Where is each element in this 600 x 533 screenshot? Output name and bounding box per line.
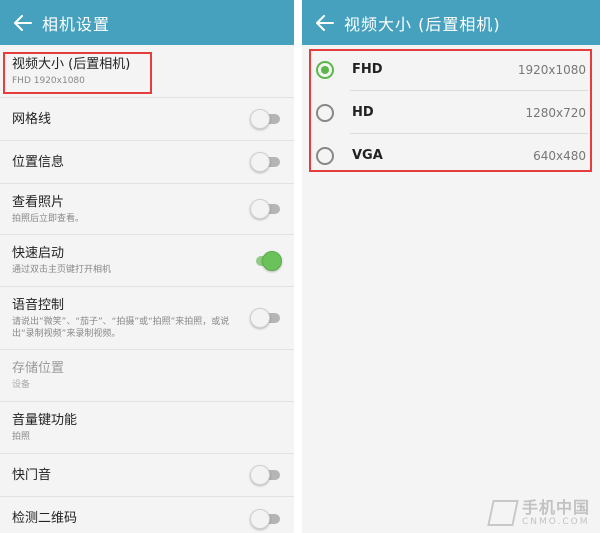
setting-shutter-sound[interactable]: 快门音 xyxy=(0,454,294,497)
setting-subtitle: 请说出“微笑”、“茄子”、“拍摄”或“拍照”来拍照，或说出“录制视频”来录制视频… xyxy=(12,316,230,339)
option-resolution: 640x480 xyxy=(533,148,586,163)
setting-subtitle: 拍照后立即查看。 xyxy=(12,213,85,224)
setting-title: 语音控制 xyxy=(12,297,65,313)
grid-lines-toggle[interactable] xyxy=(250,109,282,129)
setting-title: 查看照片 xyxy=(12,194,65,210)
setting-quick-launch[interactable]: 快速启动 通过双击主页键打开相机 xyxy=(0,235,294,287)
option-label: VGA xyxy=(352,148,383,163)
review-photos-toggle[interactable] xyxy=(250,199,282,219)
app-bar: 相机设置 xyxy=(0,0,294,45)
setting-storage-location: 存储位置 设备 xyxy=(0,350,294,402)
app-bar: 视频大小 (后置相机) xyxy=(302,0,600,45)
cnmo-logo-icon xyxy=(487,500,519,526)
option-hd[interactable]: HD 1280x720 xyxy=(302,91,600,134)
setting-title: 音量键功能 xyxy=(12,413,78,428)
setting-subtitle: 通过双击主页键打开相机 xyxy=(12,265,112,275)
page-title: 相机设置 xyxy=(42,14,111,34)
watermark-cn: 手机中国 xyxy=(521,498,590,517)
option-label: FHD xyxy=(352,62,383,77)
setting-subtitle: 拍照 xyxy=(12,432,31,442)
setting-title: 快速启动 xyxy=(12,246,65,261)
camera-settings-screen: 相机设置 视频大小 (后置相机) FHD 1920x1080 网格线 位置信息 … xyxy=(0,0,294,533)
video-size-screen: 视频大小 (后置相机) FHD 1920x1080 HD 1280x720 VG… xyxy=(302,0,600,533)
back-arrow-icon[interactable] xyxy=(12,12,34,34)
setting-subtitle: 设备 xyxy=(12,380,31,390)
setting-location-info[interactable]: 位置信息 xyxy=(0,141,294,184)
watermark-en: CNMO.COM xyxy=(521,517,590,527)
setting-qr-detect[interactable]: 检测二维码 xyxy=(0,497,294,533)
location-info-toggle[interactable] xyxy=(250,152,282,172)
setting-video-size[interactable]: 视频大小 (后置相机) FHD 1920x1080 xyxy=(0,45,294,98)
setting-review-photos[interactable]: 查看照片 拍照后立即查看。 xyxy=(0,184,294,235)
back-arrow-icon[interactable] xyxy=(314,12,336,34)
option-vga[interactable]: VGA 640x480 xyxy=(302,134,600,177)
radio-unselected-icon[interactable] xyxy=(316,103,334,122)
setting-subtitle: FHD 1920x1080 xyxy=(12,75,85,86)
radio-unselected-icon[interactable] xyxy=(316,146,334,165)
option-fhd[interactable]: FHD 1920x1080 xyxy=(302,48,600,91)
setting-title: 存储位置 xyxy=(12,361,65,376)
watermark: 手机中国 CNMO.COM xyxy=(487,498,590,527)
setting-title: 检测二维码 xyxy=(12,511,78,526)
qr-detect-toggle[interactable] xyxy=(250,508,282,529)
setting-voice-control[interactable]: 语音控制 请说出“微笑”、“茄子”、“拍摄”或“拍照”来拍照，或说出“录制视频”… xyxy=(0,287,294,350)
radio-selected-icon[interactable] xyxy=(316,60,334,79)
option-label: HD xyxy=(352,105,374,120)
setting-title: 网格线 xyxy=(12,111,52,127)
option-resolution: 1920x1080 xyxy=(517,62,586,77)
setting-grid-lines[interactable]: 网格线 xyxy=(0,98,294,141)
setting-title: 位置信息 xyxy=(12,154,65,170)
shutter-sound-toggle[interactable] xyxy=(250,465,282,485)
setting-volume-key[interactable]: 音量键功能 拍照 xyxy=(0,402,294,454)
option-resolution: 1280x720 xyxy=(525,105,586,120)
setting-title: 快门音 xyxy=(12,467,52,483)
setting-title: 视频大小 (后置相机) xyxy=(12,56,131,72)
page-title: 视频大小 (后置相机) xyxy=(344,14,501,34)
pane-divider xyxy=(294,0,302,533)
quick-launch-toggle[interactable] xyxy=(250,250,282,271)
voice-control-toggle[interactable] xyxy=(250,308,282,328)
